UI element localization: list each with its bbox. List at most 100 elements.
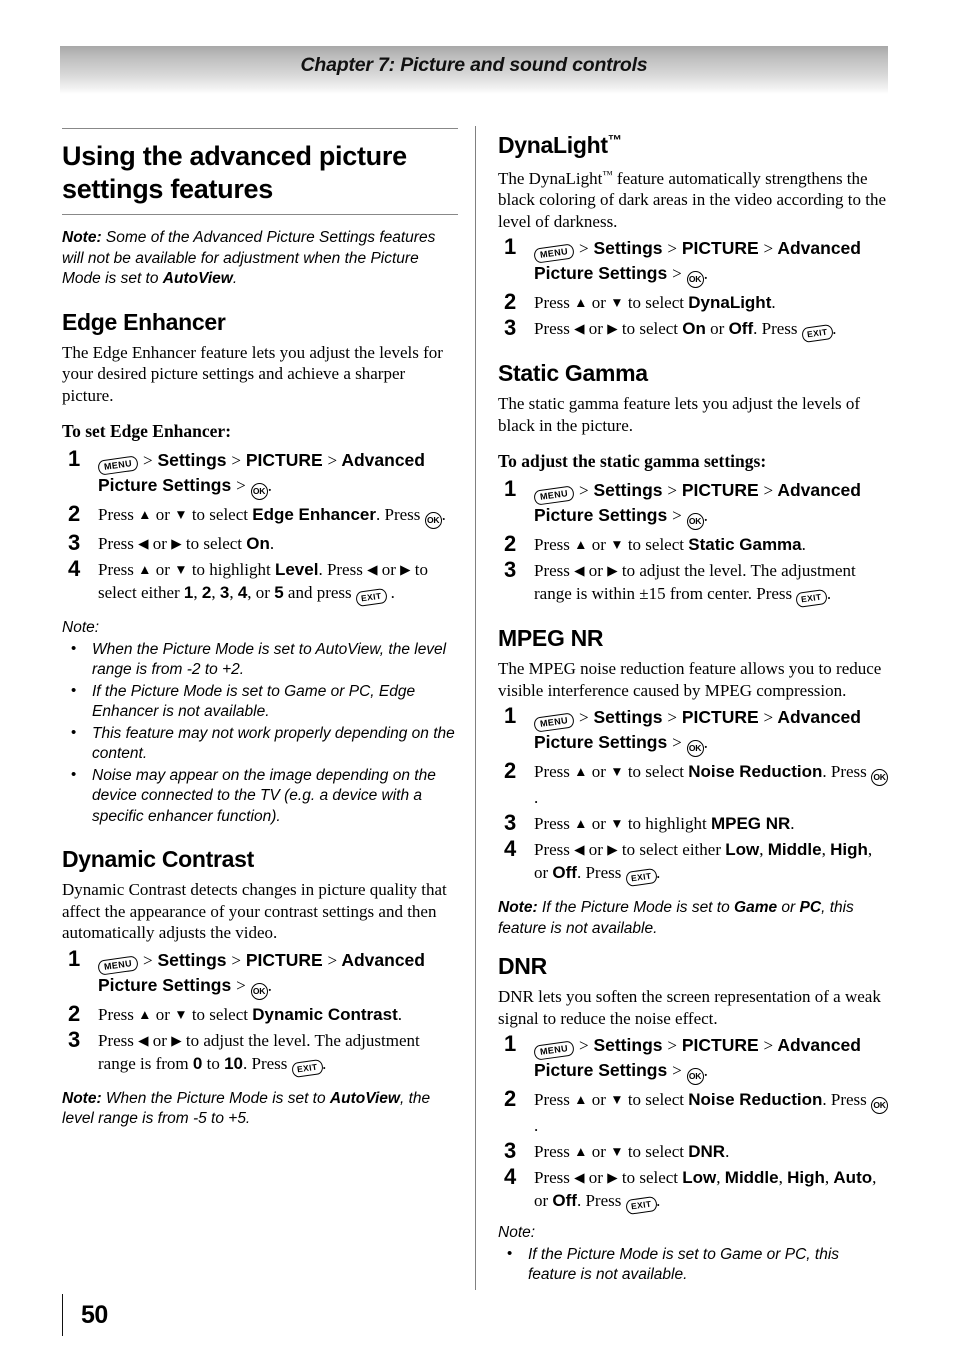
sep-c1: , <box>716 1168 725 1188</box>
step-select-edge-enhancer: Press ▲ or ▼ to select Edge Enhancer. Pr… <box>62 501 458 529</box>
step-mid-label: . Press <box>318 560 368 579</box>
arrow-left-icon: ◀ <box>574 842 585 858</box>
menu-key-icon: MENU <box>533 1040 575 1061</box>
path-sep-2: > <box>667 239 677 259</box>
column-divider <box>475 126 476 1290</box>
step-period: . <box>322 1053 327 1073</box>
path-sep-3: > <box>327 950 338 970</box>
step-target: Level <box>274 560 319 579</box>
note-text-bold-2: PC <box>784 1245 807 1263</box>
option-low: Low <box>725 840 760 860</box>
arrow-up-icon: ▲ <box>138 562 152 577</box>
step-highlight-mpeg-nr: Press ▲ or ▼ to highlight MPEG NR. <box>498 810 890 835</box>
heading-dynalight-text: DynaLight <box>498 131 608 158</box>
heading-dynamic-contrast: Dynamic Contrast <box>62 846 255 872</box>
heading-dynalight: DynaLight™ <box>498 128 890 159</box>
trademark-symbol: ™ <box>602 169 613 181</box>
option-high: High <box>787 1168 825 1188</box>
step-press-label: Press <box>98 1004 139 1024</box>
step-or-label: or <box>151 1004 175 1024</box>
path-sep-4: > <box>672 1061 682 1081</box>
path-picture: PICTURE <box>681 1035 759 1056</box>
step-highlight-level: Press ▲ or ▼ to highlight Level. Press ◀… <box>62 556 458 608</box>
step-target: DNR <box>688 1142 726 1162</box>
step-press-label: Press <box>98 534 139 553</box>
arrow-left-icon: ◀ <box>574 321 585 337</box>
arrow-right-icon: ▶ <box>607 321 618 337</box>
step-to-highlight-label: to highlight <box>187 560 275 579</box>
step-or-label: or <box>587 293 611 313</box>
step-menu-path: MENU > Settings > PICTURE > Advanced Pic… <box>498 476 890 531</box>
subhead-adjust-static-gamma: To adjust the static gamma settings: <box>498 451 767 472</box>
step-or-label: or <box>584 840 608 860</box>
arrow-right-icon: ▶ <box>171 1032 182 1048</box>
exit-key-icon: EXIT <box>795 589 828 609</box>
arrow-down-icon: ▼ <box>174 1006 188 1022</box>
exit-key-icon: EXIT <box>355 587 388 608</box>
path-picture: PICTURE <box>681 707 759 728</box>
arrow-left-icon: ◀ <box>574 1170 585 1186</box>
ok-key-icon: OK <box>871 769 889 787</box>
note-text-bold: AutoView <box>329 1089 400 1107</box>
step-or-label: or <box>148 534 172 553</box>
step-target: Dynamic Contrast <box>252 1004 398 1024</box>
step-target: Static Gamma <box>688 535 802 555</box>
option-middle: Middle <box>724 1168 779 1188</box>
note-text-a: If the Picture Mode is set to <box>537 899 735 917</box>
step-period: . <box>771 293 776 313</box>
step-press2-label: . Press <box>753 319 802 339</box>
page-number: 50 <box>81 1300 108 1329</box>
note-mpeg-nr: Note: If the Picture Mode is set to Game… <box>498 898 890 939</box>
arrow-down-icon: ▼ <box>610 764 624 780</box>
step-select-noise-reduction: Press ▲ or ▼ to select Noise Reduction. … <box>498 758 890 809</box>
exit-key-icon: EXIT <box>624 1196 658 1216</box>
arrow-left-icon: ◀ <box>138 1032 149 1048</box>
arrow-left-icon: ◀ <box>574 563 585 579</box>
path-period: . <box>703 263 708 284</box>
step-or-label: or <box>151 505 175 524</box>
ok-key-icon: OK <box>871 1097 889 1115</box>
right-column: DynaLight™ The DynaLight™ feature automa… <box>498 128 890 1290</box>
arrow-down-icon: ▼ <box>610 537 624 553</box>
step-period: . <box>386 583 395 602</box>
note-item: Noise may appear on the image depending … <box>62 765 458 828</box>
heading-mpeg-nr: MPEG NR <box>498 625 604 652</box>
arrow-right-icon: ▶ <box>607 563 618 579</box>
step-press-label: Press <box>98 505 139 524</box>
note-text-a: This feature may not work properly depen… <box>92 724 455 763</box>
step-or-label: or <box>587 1090 611 1110</box>
step-select-level-option: Press ◀ or ▶ to select Low, Middle, High… <box>498 1164 890 1216</box>
step-press-label: Press <box>534 840 575 860</box>
path-sep-4: > <box>236 975 246 995</box>
step-or-label: or <box>584 561 608 581</box>
arrow-right-icon: ▶ <box>607 842 618 858</box>
step-menu-path: MENU > Settings > PICTURE > Advanced Pic… <box>62 946 458 1000</box>
path-sep-2: > <box>667 1036 677 1056</box>
step-to-highlight-label: to highlight <box>623 814 711 834</box>
arrow-up-icon: ▲ <box>574 537 588 553</box>
note-item: If the Picture Mode is set to Game or PC… <box>498 1244 890 1286</box>
option-off: Off <box>728 319 754 339</box>
note-item: When the Picture Mode is set to AutoView… <box>62 639 458 681</box>
option-auto: Auto <box>833 1168 873 1188</box>
path-period: . <box>703 732 708 753</box>
arrow-up-icon: ▲ <box>574 816 588 832</box>
path-sep-3: > <box>763 708 774 728</box>
step-to-select-label: to select <box>623 1142 689 1162</box>
ok-key-icon: OK <box>686 513 704 531</box>
path-sep-2: > <box>667 708 677 728</box>
path-sep-3: > <box>763 481 774 501</box>
steps-mpeg-nr: MENU > Settings > PICTURE > Advanced Pic… <box>498 703 890 888</box>
step-press-label: Press <box>534 1168 575 1188</box>
steps-dynalight: MENU > Settings > PICTURE > Advanced Pic… <box>498 234 890 344</box>
note-heading-edge-enhancer: Note: <box>62 619 100 636</box>
step-or-label: or <box>587 762 611 782</box>
heading-edge-enhancer: Edge Enhancer <box>62 308 226 335</box>
step-and-press-label: and press <box>283 583 356 602</box>
exit-key-icon: EXIT <box>624 868 658 888</box>
heading-static-gamma: Static Gamma <box>498 360 648 387</box>
step-adjust-level: Press ◀ or ▶ to adjust the level. The ad… <box>498 557 890 609</box>
step-period: . <box>725 1142 730 1162</box>
body-static-gamma: The static gamma feature lets you adjust… <box>498 394 861 435</box>
note-text-a: Noise may appear on the image depending … <box>92 766 436 825</box>
